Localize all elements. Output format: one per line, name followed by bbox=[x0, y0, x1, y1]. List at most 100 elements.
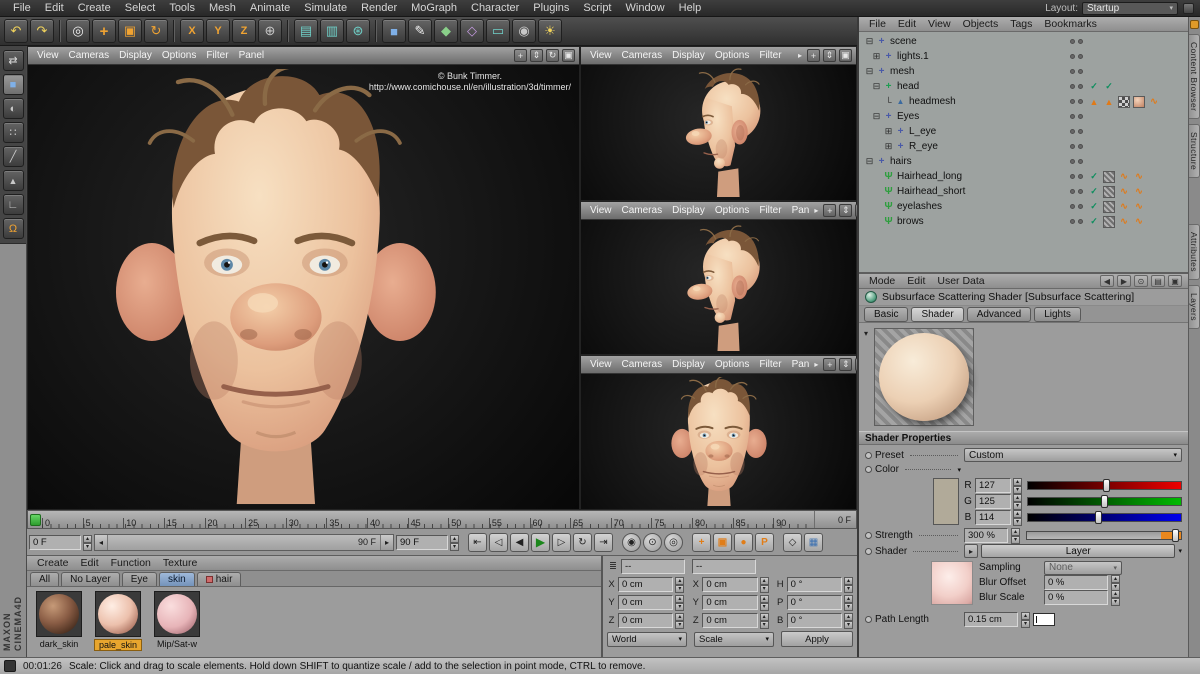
render-visibility-dot[interactable] bbox=[1078, 129, 1083, 134]
hair-material-tag-icon[interactable] bbox=[1103, 171, 1115, 183]
coordinate-space-dropdown[interactable]: World▾ bbox=[607, 632, 687, 647]
timeline-ticks[interactable]: 051015202530354045505560657075808590 bbox=[42, 511, 814, 528]
enabled-check-icon[interactable]: ✓ bbox=[1088, 81, 1100, 93]
lock-z-axis-icon[interactable]: Z bbox=[232, 19, 256, 43]
tree-row-headmesh[interactable]: └ ▲ headmesh ▲ ▲ ∿ bbox=[859, 94, 1188, 109]
size-mode-dropdown[interactable]: Scale▾ bbox=[694, 632, 774, 647]
material-item[interactable]: pale_skin bbox=[92, 591, 144, 651]
menubar-item[interactable]: Edit bbox=[38, 2, 71, 14]
stepper[interactable]: ▴▾ bbox=[1111, 590, 1120, 605]
guide-tag-icon[interactable]: ∿ bbox=[1133, 171, 1145, 183]
object-manager-menu-item[interactable]: Objects bbox=[957, 18, 1005, 30]
expand-icon[interactable]: ⊟ bbox=[864, 156, 875, 167]
stepper[interactable]: ▴▾ bbox=[844, 577, 853, 592]
add-spline-icon[interactable]: ✎ bbox=[408, 19, 432, 43]
animate-dot-icon[interactable] bbox=[865, 452, 872, 459]
slider-knob[interactable] bbox=[1101, 495, 1108, 508]
pan-icon[interactable]: + bbox=[514, 49, 527, 62]
render-visibility-dot[interactable] bbox=[1078, 39, 1083, 44]
lock-icon[interactable]: ▤ bbox=[1151, 275, 1165, 287]
menubar-item[interactable]: MoGraph bbox=[404, 2, 464, 14]
render-picture-viewer-icon[interactable]: ▥ bbox=[320, 19, 344, 43]
menubar-item[interactable]: Mesh bbox=[202, 2, 243, 14]
stepper[interactable]: ▴▾ bbox=[1013, 494, 1022, 509]
edge-mode-icon[interactable]: ╱ bbox=[3, 146, 24, 167]
maximize-viewport-icon[interactable]: ▣ bbox=[839, 49, 852, 62]
menubar-item[interactable]: Create bbox=[71, 2, 118, 14]
guide-tag-icon[interactable]: ∿ bbox=[1133, 201, 1145, 213]
tree-row-eyes[interactable]: ⊟ + Eyes bbox=[859, 109, 1188, 124]
viewport-menu-item[interactable]: Pan bbox=[787, 205, 815, 216]
expand-icon[interactable]: ⊞ bbox=[883, 141, 894, 152]
record-keyframe-button[interactable]: ◉ bbox=[622, 533, 641, 552]
tree-row-scene[interactable]: ⊟ + scene bbox=[859, 34, 1188, 49]
rotation-b-field[interactable]: 0 ° bbox=[787, 613, 842, 628]
menubar-item[interactable]: Window bbox=[619, 2, 672, 14]
object-manager-menu-item[interactable]: Bookmarks bbox=[1038, 18, 1103, 30]
add-camera-icon[interactable]: ◉ bbox=[512, 19, 536, 43]
current-frame-field[interactable]: 0 F bbox=[29, 535, 81, 550]
viewport-menu-item[interactable]: View bbox=[585, 50, 617, 61]
history-forward-icon[interactable]: ▶ bbox=[1117, 275, 1131, 287]
object-manager-menu-item[interactable]: View bbox=[922, 18, 957, 30]
tab-eye[interactable]: Eye bbox=[122, 572, 157, 586]
stepper[interactable]: ▴▾ bbox=[760, 613, 769, 628]
tree-row-head[interactable]: ⊟ + head ✓ ✓ bbox=[859, 79, 1188, 94]
menubar-item[interactable]: Plugins bbox=[526, 2, 576, 14]
viewport-perspective[interactable]: ViewCamerasDisplayOptionsFilterPanel + ⇕… bbox=[27, 46, 580, 510]
render-visibility-dot[interactable] bbox=[1078, 99, 1083, 104]
tree-row-hairhead-short[interactable]: Ψ Hairhead_short ✓ ∿ ∿ bbox=[859, 184, 1188, 199]
channel-g-field[interactable]: 125 bbox=[975, 494, 1011, 509]
window-icon[interactable] bbox=[1183, 3, 1194, 14]
record-pla-toggle[interactable]: ◇ bbox=[783, 533, 802, 552]
pan-icon[interactable]: + bbox=[823, 204, 836, 217]
section-shader-properties[interactable]: Shader Properties bbox=[859, 431, 1188, 445]
tab-shader[interactable]: Shader bbox=[911, 307, 963, 322]
editor-visibility-dot[interactable] bbox=[1070, 174, 1075, 179]
channel-g-slider[interactable] bbox=[1027, 497, 1182, 506]
menubar-item[interactable]: Script bbox=[576, 2, 618, 14]
enabled-check-icon[interactable]: ✓ bbox=[1088, 216, 1100, 228]
material-menu-item[interactable]: Edit bbox=[75, 557, 105, 569]
layout-dropdown[interactable]: Startup ▾ bbox=[1082, 2, 1178, 15]
path-length-edit-caret[interactable] bbox=[1033, 613, 1055, 626]
add-generator-icon[interactable]: ◆ bbox=[434, 19, 458, 43]
dolly-icon[interactable]: ⇕ bbox=[530, 49, 543, 62]
console-icon[interactable] bbox=[4, 660, 16, 672]
guide-tag-icon[interactable]: ∿ bbox=[1118, 216, 1130, 228]
end-frame-stepper[interactable]: ▴▾ bbox=[450, 535, 459, 550]
tab-advanced[interactable]: Advanced bbox=[967, 307, 1031, 322]
menubar-item[interactable]: Character bbox=[464, 2, 526, 14]
hair-material-tag-icon[interactable] bbox=[1103, 186, 1115, 198]
render-visibility-dot[interactable] bbox=[1078, 219, 1083, 224]
menu-overflow-icon[interactable]: ▸ bbox=[798, 51, 802, 60]
size-y-field[interactable]: 0 cm bbox=[702, 595, 757, 610]
record-rotation-toggle[interactable]: ● bbox=[734, 533, 753, 552]
expand-icon[interactable]: ⊟ bbox=[864, 66, 875, 77]
side-tab-attributes[interactable]: Attributes bbox=[1189, 224, 1200, 280]
apply-button[interactable]: Apply bbox=[781, 631, 853, 647]
viewport-canvas[interactable]: © Bunk Timmer. http://www.comichouse.nl/… bbox=[28, 65, 579, 509]
viewport-menu-item[interactable]: Options bbox=[710, 205, 754, 216]
viewport-menu-item[interactable]: Display bbox=[667, 205, 710, 216]
play-button[interactable]: ▶ bbox=[531, 533, 550, 552]
point-mode-icon[interactable]: ∷ bbox=[3, 122, 24, 143]
menubar-item[interactable]: Animate bbox=[243, 2, 297, 14]
timeline-ruler[interactable]: 051015202530354045505560657075808590 0 F bbox=[27, 510, 857, 529]
material-name[interactable]: Mip/Sat-w bbox=[153, 639, 201, 649]
shader-preview-frame[interactable] bbox=[874, 328, 974, 426]
position-y-field[interactable]: 0 cm bbox=[618, 595, 673, 610]
material-preview[interactable] bbox=[95, 591, 141, 637]
tree-row-hairs[interactable]: ⊟ + hairs bbox=[859, 154, 1188, 169]
color-swatch[interactable] bbox=[933, 478, 959, 525]
stepper[interactable]: ▴▾ bbox=[675, 595, 684, 610]
search-icon[interactable]: ⊙ bbox=[1134, 275, 1148, 287]
path-length-field[interactable]: 0.15 cm bbox=[964, 612, 1018, 627]
viewport-menu-item[interactable]: Options bbox=[710, 50, 754, 61]
panel-icon[interactable] bbox=[1190, 20, 1199, 29]
menu-overflow-icon[interactable]: ▸ bbox=[814, 360, 818, 369]
texture-tag-icon[interactable] bbox=[1118, 96, 1130, 108]
menubar-item[interactable]: Tools bbox=[162, 2, 202, 14]
slider-knob[interactable] bbox=[1172, 529, 1179, 542]
stepper[interactable]: ▴▾ bbox=[844, 595, 853, 610]
